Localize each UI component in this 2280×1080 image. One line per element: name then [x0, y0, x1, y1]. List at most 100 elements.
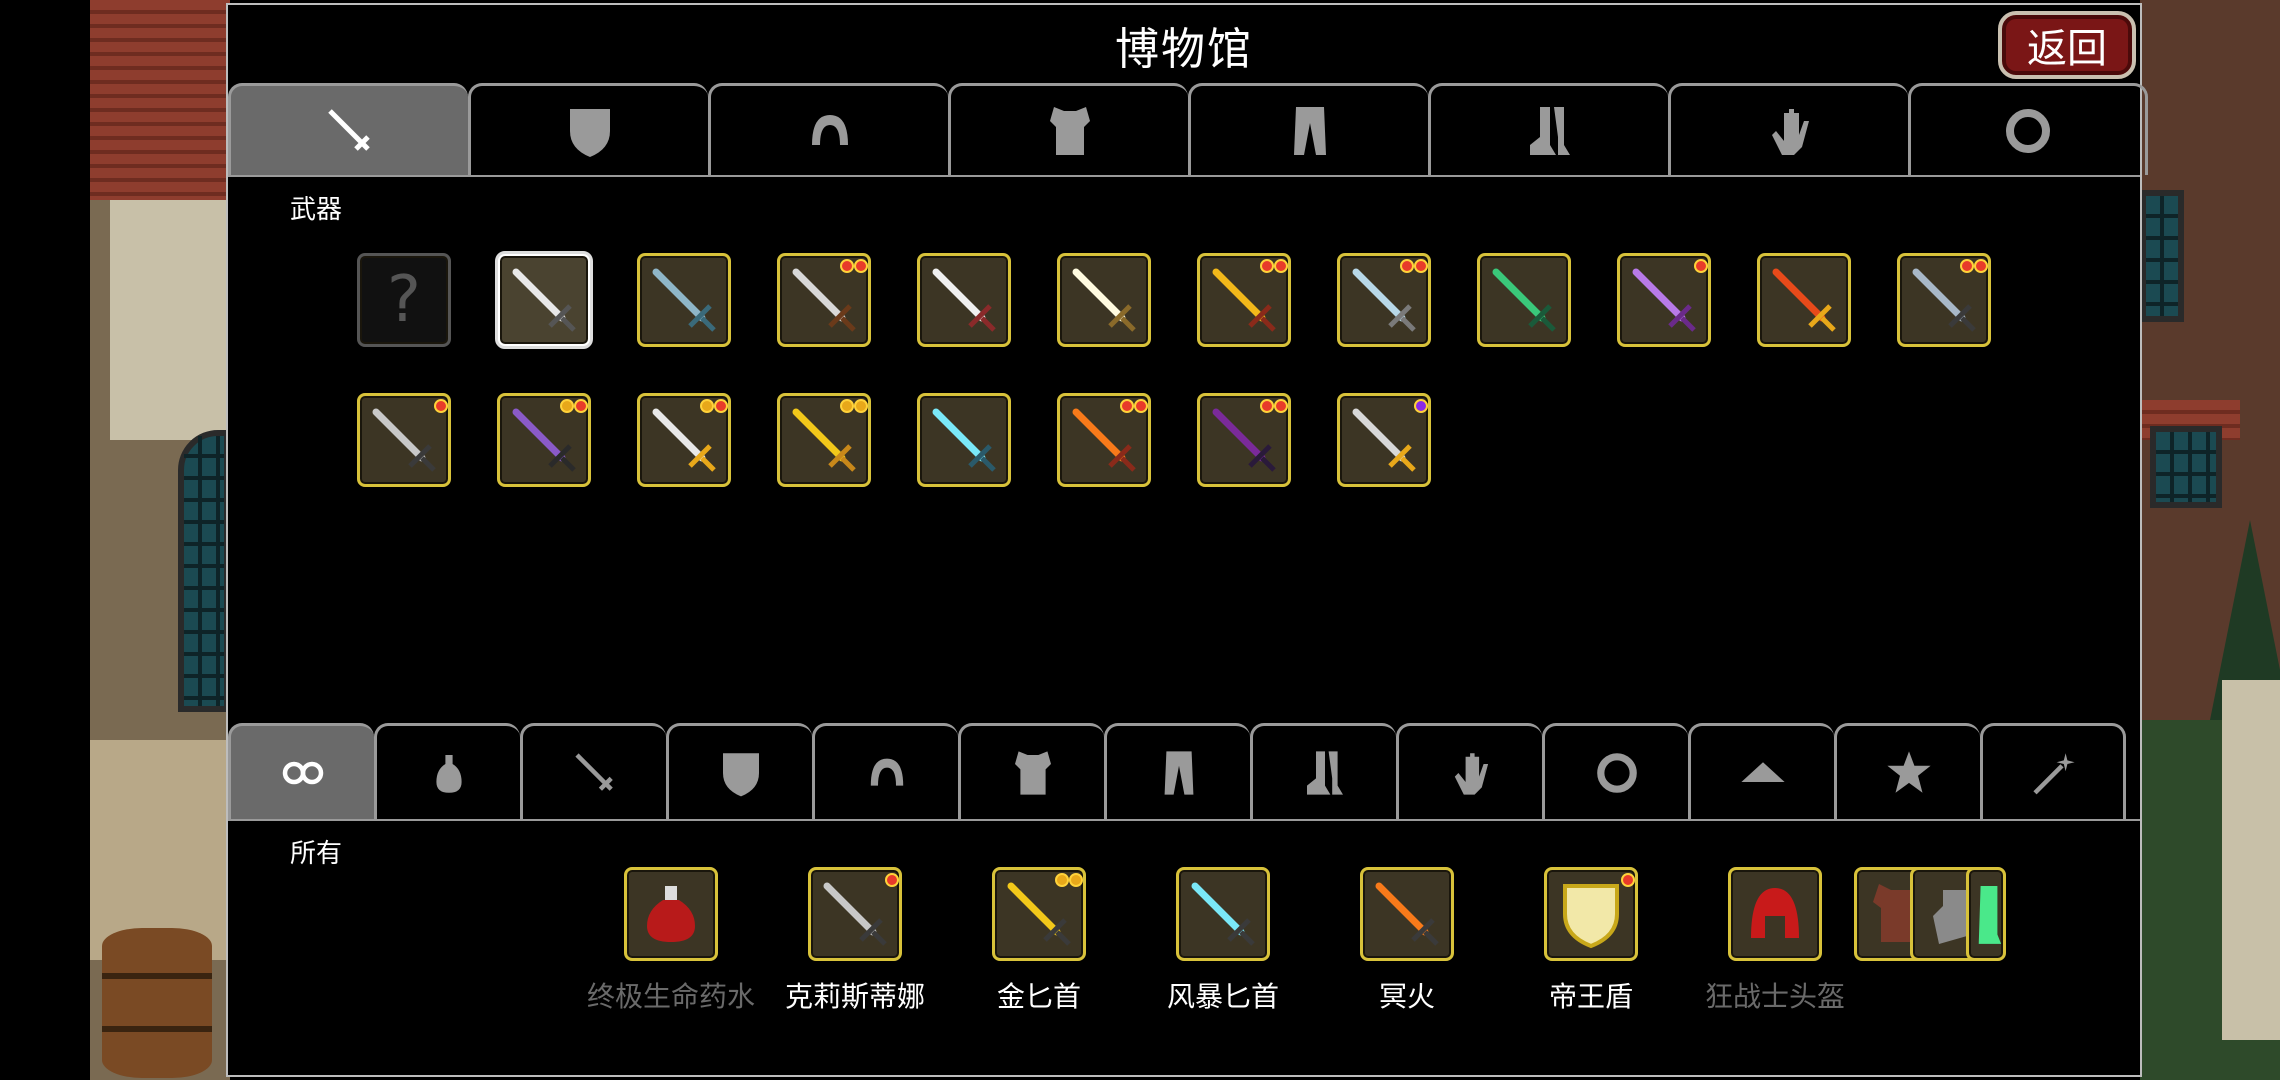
weapon-sprite-icon	[372, 408, 436, 472]
item-slot	[992, 867, 1086, 961]
inventory-item[interactable]: 金匕首	[947, 867, 1131, 1015]
weapon-slot[interactable]	[777, 253, 871, 347]
weapon-slot[interactable]	[357, 393, 451, 487]
weapon-sprite-icon	[1072, 408, 1136, 472]
weapon-slot[interactable]	[777, 393, 871, 487]
weapon-slot[interactable]	[917, 253, 1011, 347]
weapon-sprite-icon	[1352, 268, 1416, 332]
back-button[interactable]: 返回	[1998, 11, 2136, 79]
weapon-slot[interactable]	[1337, 393, 1431, 487]
page-title: 博物馆	[1115, 24, 1253, 75]
tab-boots-filter[interactable]	[1250, 723, 1396, 819]
weapon-sprite-icon	[1007, 882, 1071, 946]
weapon-slot[interactable]	[917, 393, 1011, 487]
tab-divider-bottom	[228, 819, 2140, 821]
gem-icon	[840, 399, 854, 413]
weapon-slot[interactable]	[497, 393, 591, 487]
weapon-slot[interactable]	[1337, 253, 1431, 347]
weapon-sprite-icon	[1912, 268, 1976, 332]
shield-icon	[1563, 884, 1619, 949]
tab-all[interactable]	[228, 723, 374, 819]
item-slot	[1544, 867, 1638, 961]
weapon-slot[interactable]	[637, 393, 731, 487]
gem-icon	[1120, 399, 1134, 413]
weapon-sprite-icon	[932, 268, 996, 332]
weapon-sprite-icon	[1212, 268, 1276, 332]
gem-icon	[1960, 259, 1974, 273]
weapon-sprite-icon	[1072, 268, 1136, 332]
weapon-slot[interactable]	[1477, 253, 1571, 347]
inventory-item[interactable]: 狂战士头盔	[1683, 867, 1867, 1015]
gem-icon	[574, 399, 588, 413]
weapon-slot[interactable]	[1057, 253, 1151, 347]
weapon-sprite-icon	[1212, 408, 1276, 472]
weapon-sprite-icon	[652, 408, 716, 472]
weapon-slot[interactable]	[1197, 393, 1291, 487]
museum-panel: 博物馆 返回 武器 ? 所有 终极生命药水 克莉斯蒂娜 金匕首 风暴匕首 冥火 …	[226, 3, 2148, 1077]
equipment-set-stack[interactable]	[1854, 867, 2006, 961]
weapon-slot[interactable]	[637, 253, 731, 347]
tab-potion[interactable]	[374, 723, 520, 819]
tab-ring[interactable]	[1908, 83, 2148, 175]
tab-gloves[interactable]	[1668, 83, 1908, 175]
tab-shield[interactable]	[468, 83, 708, 175]
tab-star-filter[interactable]	[1834, 723, 1980, 819]
tab-ring-filter[interactable]	[1542, 723, 1688, 819]
gem-icon	[1621, 873, 1635, 887]
tab-pants[interactable]	[1188, 83, 1428, 175]
tab-wand-filter[interactable]	[1980, 723, 2126, 819]
weapon-sprite-icon	[792, 408, 856, 472]
tab-pants-filter[interactable]	[1104, 723, 1250, 819]
tab-helmet[interactable]	[708, 83, 948, 175]
inventory-item[interactable]: 冥火	[1315, 867, 1499, 1015]
gem-icon	[1414, 259, 1428, 273]
inventory-item[interactable]: 终极生命药水	[579, 867, 763, 1015]
tab-weapon[interactable]	[228, 83, 468, 175]
pants-icon	[1293, 106, 1326, 155]
weapon-slot[interactable]	[495, 251, 593, 349]
gem-icon	[1134, 399, 1148, 413]
potion-icon	[435, 754, 462, 793]
weapon-slot[interactable]	[1197, 253, 1291, 347]
item-name: 帝王盾	[1548, 980, 1633, 1013]
tab-weapon-filter[interactable]	[520, 723, 666, 819]
tab-helmet-filter[interactable]	[812, 723, 958, 819]
equipment-category-tabs	[228, 83, 2148, 175]
tab-armor[interactable]	[948, 83, 1188, 175]
item-slot	[808, 867, 902, 961]
gem-icon	[1694, 259, 1708, 273]
inventory-item[interactable]: 克莉斯蒂娜	[763, 867, 947, 1015]
weapon-slot[interactable]	[1897, 253, 1991, 347]
tab-hat-filter[interactable]	[1688, 723, 1834, 819]
weapon-slot[interactable]	[1757, 253, 1851, 347]
star-icon	[1886, 750, 1931, 793]
gem-icon	[1274, 259, 1288, 273]
tab-boots[interactable]	[1428, 83, 1668, 175]
inventory-item[interactable]: 风暴匕首	[1131, 867, 1315, 1015]
tab-divider	[228, 175, 2140, 177]
helmet-icon	[870, 758, 903, 786]
tab-armor-filter[interactable]	[958, 723, 1104, 819]
gem-icon	[560, 399, 574, 413]
helmet-icon	[1751, 888, 1799, 938]
gem-icon	[1400, 259, 1414, 273]
weapon-sprite-icon	[932, 408, 996, 472]
gem-icon	[700, 399, 714, 413]
inventory-item[interactable]: 帝王盾	[1499, 867, 1683, 1015]
item-name: 狂战士头盔	[1704, 980, 1845, 1013]
hat-icon	[1740, 761, 1785, 782]
weapon-sprite-icon	[823, 882, 887, 946]
ring-icon	[2006, 108, 2050, 153]
weapon-slot[interactable]	[1057, 393, 1151, 487]
tab-shield-filter[interactable]	[666, 723, 812, 819]
item-slot	[1176, 867, 1270, 961]
weapon-sprite-icon	[1632, 268, 1696, 332]
weapon-sprite-icon	[1772, 268, 1836, 332]
weapon-slot[interactable]	[1617, 253, 1711, 347]
item-name: 终极生命药水	[586, 980, 755, 1013]
weapon-slot-unknown[interactable]: ?	[357, 253, 451, 347]
background-left	[90, 0, 230, 1080]
tab-gloves-filter[interactable]	[1396, 723, 1542, 819]
gem-icon	[885, 873, 899, 887]
gem-icon	[1414, 399, 1428, 413]
